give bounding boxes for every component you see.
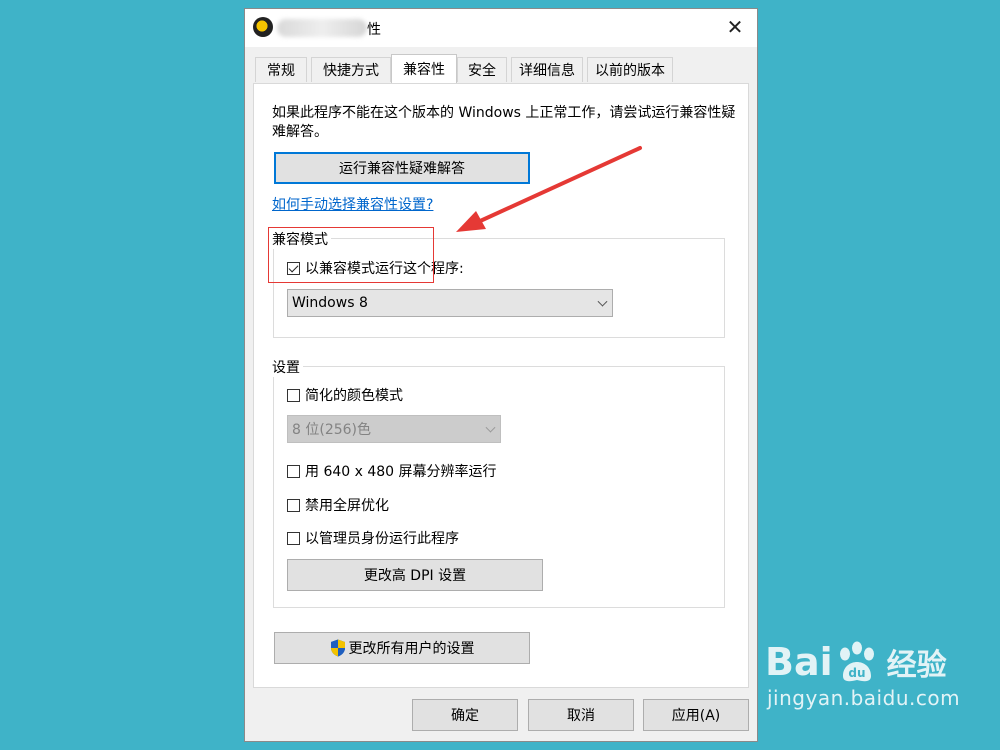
baidu-jingyan-watermark: Bai du 经验 jingyan.baidu.com	[765, 640, 960, 710]
baidu-paw-icon: du	[839, 641, 874, 682]
tab-compatibility[interactable]: 兼容性	[391, 54, 457, 83]
annotation-arrow	[456, 146, 642, 232]
svg-text:du: du	[848, 666, 865, 680]
watermark-logo-left: Bai	[765, 640, 833, 684]
watermark-url: jingyan.baidu.com	[767, 686, 961, 710]
watermark-logo-right: 经验	[886, 648, 947, 683]
baidu-logo: Bai du 经验	[765, 640, 960, 684]
